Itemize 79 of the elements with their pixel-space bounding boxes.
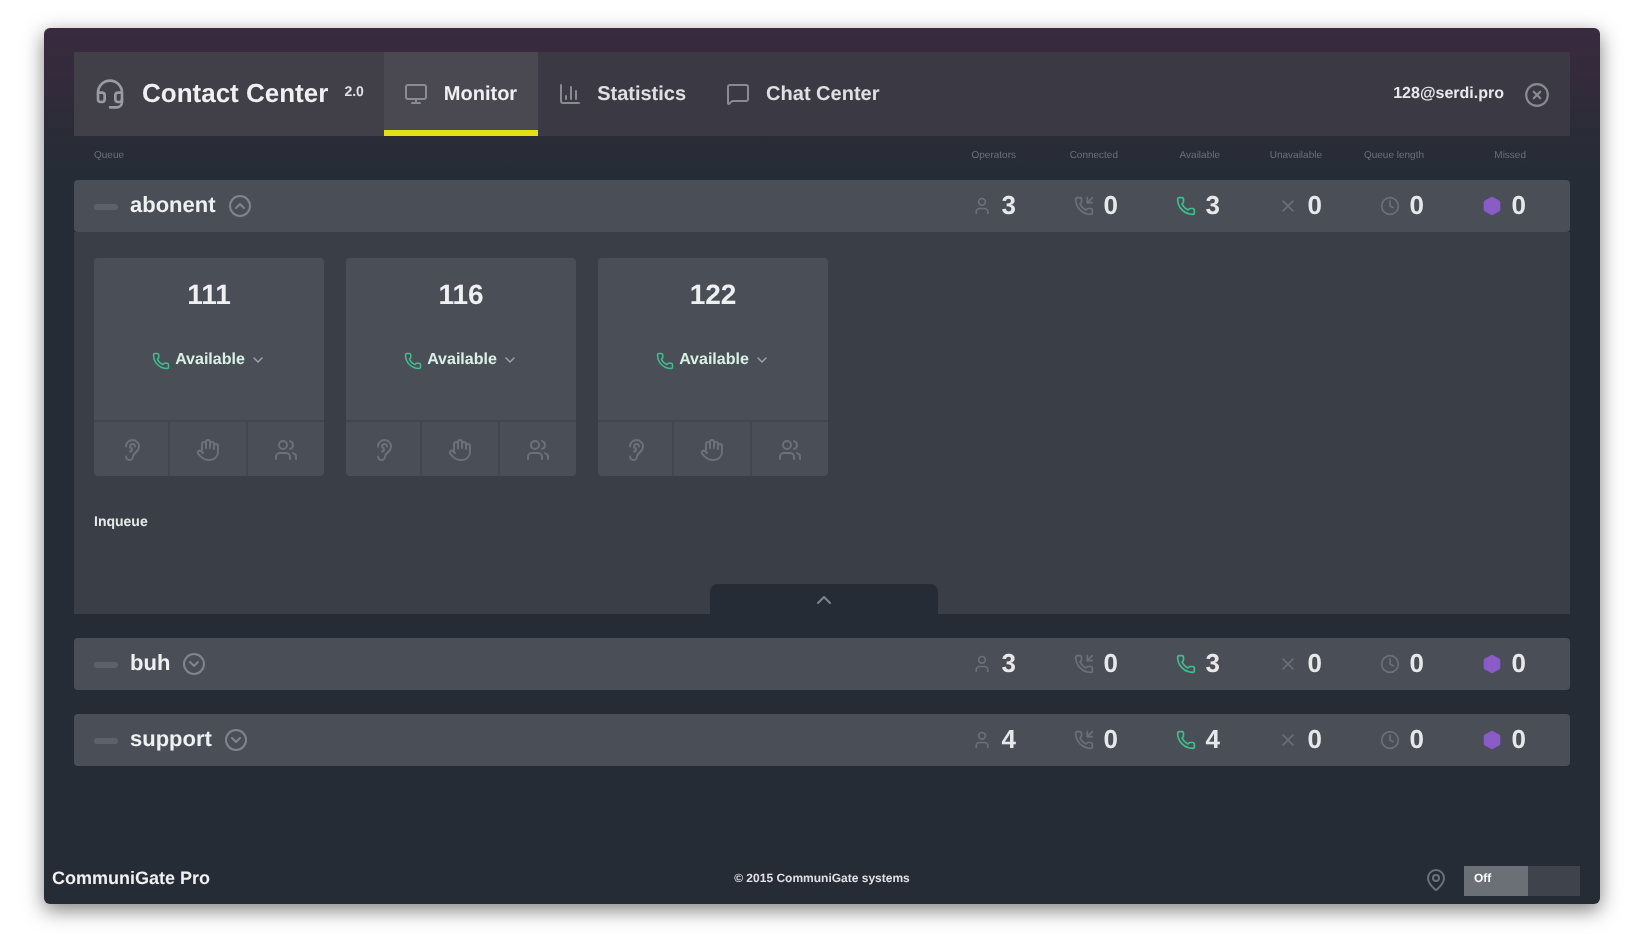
queue-row[interactable]: support 4 0 4 0 0 0 [74,714,1570,766]
stat-value: 0 [1409,646,1424,683]
cross-icon [1277,730,1298,750]
queue-name: support [130,725,212,756]
group-icon[interactable] [525,437,550,461]
stat-value: 0 [1511,188,1526,225]
cross-icon [1277,654,1298,674]
hexagon-icon [1481,196,1502,216]
queue-name: abonent [130,191,216,222]
person-icon [971,654,992,674]
stat-value: 4 [1001,722,1016,759]
queue-row[interactable]: buh 3 0 3 0 0 0 [74,638,1570,690]
group-icon[interactable] [777,437,802,461]
phone-icon [1175,654,1196,674]
status-dropdown[interactable]: Available [655,348,771,372]
statistics-icon [557,82,582,106]
app-title: Contact Center [142,76,329,113]
clock-icon [1379,730,1400,750]
hexagon-icon [1481,730,1502,750]
stat-value: 3 [1205,646,1220,683]
collapse-tab[interactable] [710,584,938,614]
ear-icon[interactable] [119,437,144,461]
person-icon [971,196,992,216]
hand-icon[interactable] [447,437,472,461]
expand-icon[interactable] [227,194,252,218]
stat-value: 3 [1205,188,1220,225]
phone-icon [1073,654,1094,674]
stat-value: 0 [1307,188,1322,225]
ear-icon[interactable] [623,437,648,461]
status-dropdown[interactable]: Available [403,348,519,372]
stat-value: 0 [1409,188,1424,225]
stat-value: 0 [1409,722,1424,759]
hand-icon[interactable] [699,437,724,461]
queue-name: buh [130,649,171,680]
chat-icon [726,82,751,106]
phone-icon [1175,730,1196,750]
phone-icon [151,351,170,369]
phone-icon [1073,196,1094,216]
hand-icon[interactable] [195,437,220,461]
operator-number: 111 [187,276,231,314]
cross-icon [1277,196,1298,216]
headset-logo-icon [94,78,126,110]
stat-value: 0 [1511,646,1526,683]
location-icon[interactable] [1423,868,1448,892]
stat-value: 0 [1103,646,1118,683]
caret-icon [502,352,519,368]
phone-icon [403,351,422,369]
nav-tab[interactable]: Chat Center [706,52,900,136]
stat-value: 4 [1205,722,1220,759]
clock-icon [1379,654,1400,674]
close-icon[interactable] [1524,81,1550,107]
nav-tab[interactable]: Monitor [383,52,538,136]
clock-icon [1379,196,1400,216]
phone-icon [1175,196,1196,216]
stat-value: 3 [1001,188,1016,225]
group-icon[interactable] [273,437,298,461]
stat-value: 0 [1511,722,1526,759]
queue-row[interactable]: abonent 3 0 3 0 0 0 [74,180,1570,232]
operator-number: 116 [438,276,484,314]
brand-label: CommuniGate Pro [52,866,213,893]
expand-icon[interactable] [223,728,248,752]
operator-number: 122 [689,276,737,314]
stat-value: 0 [1307,722,1322,759]
stat-value: 0 [1307,646,1322,683]
ear-icon[interactable] [371,437,396,461]
phone-icon [1073,730,1094,750]
stat-value: 0 [1103,722,1118,759]
stat-value: 3 [1001,646,1016,683]
caret-icon [250,352,267,368]
hexagon-icon [1481,654,1502,674]
status-dropdown[interactable]: Available [151,348,267,372]
person-icon [971,730,992,750]
expand-icon[interactable] [182,652,207,676]
nav-tab[interactable]: Statistics [537,52,707,136]
phone-icon [655,351,674,369]
stat-value: 0 [1103,188,1118,225]
user-email: 128@serdi.pro [1393,82,1504,106]
monitor-icon [403,82,428,106]
caret-icon [754,352,771,368]
